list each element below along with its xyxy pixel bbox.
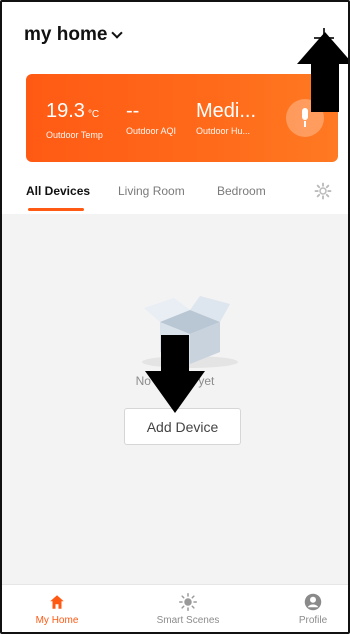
nav-smart-scenes[interactable]: Smart Scenes	[143, 593, 233, 626]
home-name: my home	[24, 24, 108, 45]
aqi-value: --	[126, 100, 140, 122]
temp-unit: °C	[87, 109, 100, 120]
nav-profile[interactable]: Profile	[268, 593, 348, 626]
gear-icon[interactable]	[314, 182, 332, 200]
weather-temp: 19.3 °C Outdoor Temp	[46, 99, 103, 140]
humidity-label: Outdoor Hu...	[196, 126, 251, 136]
nav-label-profile: Profile	[298, 615, 328, 626]
annotation-arrow-down-icon	[145, 335, 205, 413]
nav-label-my-home: My Home	[35, 615, 79, 626]
add-device-button[interactable]: Add Device	[124, 408, 241, 445]
weather-aqi: -- Outdoor AQI	[126, 99, 176, 136]
tab-living-room[interactable]: Living Room	[118, 184, 185, 198]
weather-humidity: Medi... Outdoor Hu...	[196, 99, 256, 136]
tab-bedroom[interactable]: Bedroom	[217, 184, 266, 198]
chevron-down-icon	[111, 27, 124, 39]
annotation-arrow-up-icon	[297, 32, 348, 112]
bottom-nav: My Home Smart Scenes Profile	[2, 584, 348, 632]
weather-card: 19.3 °C Outdoor Temp -- Outdoor AQI Medi.…	[26, 74, 338, 162]
nav-label-smart-scenes: Smart Scenes	[156, 615, 220, 626]
temp-value: 19.3	[46, 100, 85, 122]
tab-all-devices[interactable]: All Devices	[26, 184, 90, 198]
temp-label: Outdoor Temp	[46, 130, 103, 140]
sun-icon	[179, 593, 197, 611]
home-icon	[50, 595, 64, 609]
nav-my-home[interactable]: My Home	[12, 593, 102, 626]
humidity-value: Medi...	[196, 100, 257, 122]
active-tab-indicator	[28, 208, 84, 211]
profile-icon	[304, 593, 322, 611]
aqi-label: Outdoor AQI	[126, 126, 177, 136]
home-selector[interactable]: my home	[24, 24, 124, 46]
app-screen: my home 19.3 °C Outdoor Temp -- Outdoor A…	[0, 0, 350, 634]
room-tabs: All Devices Living Room Bedroom	[2, 174, 348, 214]
